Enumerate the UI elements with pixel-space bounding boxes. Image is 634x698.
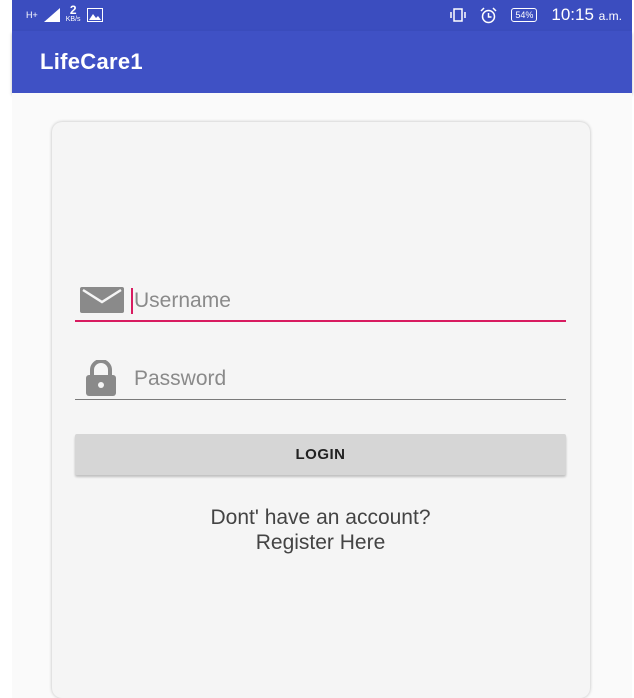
username-field[interactable] <box>75 280 566 322</box>
app-bar: LifeCare1 <box>12 31 632 93</box>
username-underline <box>75 320 566 322</box>
lock-icon <box>86 360 116 396</box>
username-input[interactable] <box>132 286 556 316</box>
data-rate: 2 KB/s <box>65 3 81 24</box>
password-input[interactable] <box>132 364 556 394</box>
network-type: H+ <box>26 10 38 20</box>
status-bar-right: 54% 10:15 a.m. <box>450 5 622 25</box>
envelope-icon <box>80 287 124 313</box>
login-card <box>52 122 590 698</box>
image-icon <box>86 8 103 22</box>
status-time: 10:15 a.m. <box>551 5 622 25</box>
signal-icon <box>43 8 60 22</box>
password-underline <box>75 399 566 400</box>
data-rate-value: 2 <box>69 3 77 17</box>
vibrate-icon <box>450 8 467 22</box>
data-rate-unit: KB/s <box>65 16 81 23</box>
alarm-icon <box>480 6 497 23</box>
clock-ampm: a.m. <box>598 9 622 23</box>
app-title: LifeCare1 <box>40 49 143 74</box>
status-bar-left: H+ 2 KB/s <box>26 3 103 24</box>
password-field[interactable] <box>75 358 566 400</box>
login-button[interactable]: LOGIN <box>75 434 566 475</box>
register-line-2: Register Here <box>255 531 386 554</box>
status-bar: H+ 2 KB/s 54% 10:15 a.m. <box>12 0 632 31</box>
register-link[interactable]: Dont' have an account? Register Here <box>75 505 566 555</box>
battery-icon: 54% <box>511 8 538 22</box>
clock-time: 10:15 <box>551 5 594 24</box>
register-line-1: Dont' have an account? <box>210 506 431 529</box>
